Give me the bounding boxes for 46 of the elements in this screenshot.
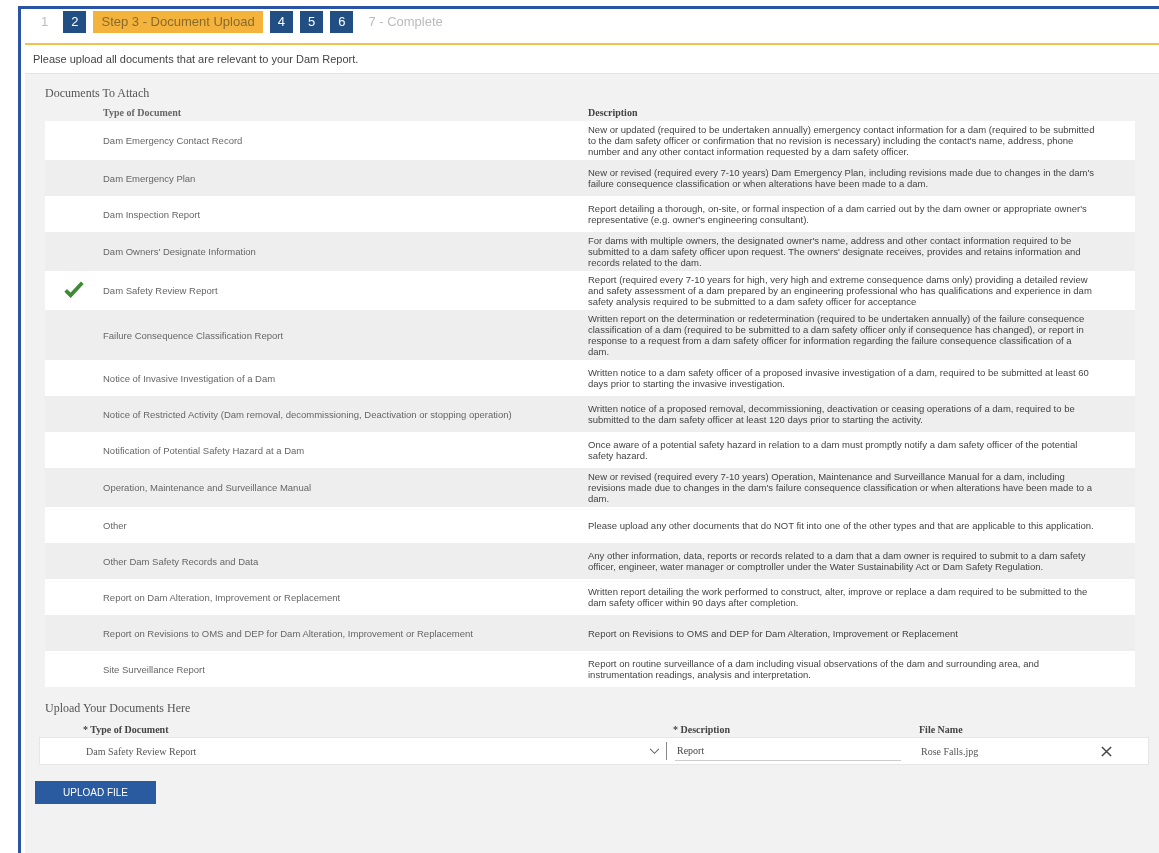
table-cell: Notification of Potential Safety Hazard at a Dam [103, 444, 305, 456]
close-icon[interactable] [1101, 745, 1112, 757]
table-cell: Report on Dam Alteration, Improvement or Replacement [103, 591, 341, 603]
table-cell: Dam Emergency Contact Record [103, 135, 243, 146]
table-cell: New or revised (required every 7-10 years) Operation, Maintenance and Surveillance Manual for a dam, including revisions made due to changes in the dam's failure consequence classification or when alterations have been made to a dam. [588, 471, 1093, 504]
table-cell: Once aware of a potential safety hazard in relation to a dam must promptly notify a dam safety officer of the potential safety hazard. [588, 439, 1078, 461]
wizard-step[interactable]: 5 [299, 11, 324, 33]
field-label: File Name [919, 724, 963, 735]
table-cell: Written notice of a proposed removal, decommissioning, deactivation or ceasing operations of a dam, required to be submitted to the dam safety officer at least 120 days prior to starting the activity. [588, 403, 1075, 425]
table-cell: Dam Safety Review Report [103, 285, 218, 296]
table-cell: Report on Revisions to OMS and DEP for Dam Alteration, Improvement or Replacement [588, 627, 958, 639]
wizard-step[interactable]: 2 [63, 11, 87, 33]
table-cell: Any other information, data, reports or records related to a dam that a dam owner is required to submit to a dam safety officer, engineer, water manager or comptroller under the Water Sustainability Act or Dam Safety Regulation. [588, 550, 1086, 572]
type-select[interactable]: Dam Safety Review Report [86, 742, 667, 760]
column-header: Description [588, 105, 1135, 121]
table-cell: Report (required every 7-10 years for high, very high and extreme consequence dams only) providing a detailed review and safety assessment of a dam prepared by an engineering professional who has qualifications and experience in dam safety analysis required to be submitted to a dam safety officer for acceptance [588, 274, 1092, 307]
wizard-step[interactable]: 4 [269, 11, 293, 33]
table-cell: New or updated (required to be undertaken annually) emergency contact information for a dam (required to be submitted to the dam safety officer or confirmation that no revision is necessary) including the contact's name, address, phone number and any other contact information requested by a dam safety officer. [588, 124, 1095, 157]
section-title: Documents To Attach [44, 86, 151, 102]
table-cell: Operation, Maintenance and Surveillance Manual [103, 482, 312, 493]
table-cell: Other [103, 519, 127, 531]
table-cell: Dam Owners' Designate Information [103, 246, 256, 257]
upload-button[interactable]: UPLOAD FILE [35, 781, 157, 804]
field-label: * Type of Document [83, 724, 170, 735]
table-cell: Other Dam Safety Records and Data [103, 555, 259, 567]
table-cell: Please upload any other documents that do NOT fit into one of the other types and that are applicable to this application. [588, 519, 1094, 531]
table-cell: Report on Revisions to OMS and DEP for Dam Alteration, Improvement or Replacement [103, 627, 473, 639]
table-cell: Written report detailing the work performed to construct, alter, improve or replace a dam required to be submitted to the dam safety officer within 90 days after completion. [588, 586, 1088, 608]
caret-icon [649, 747, 660, 755]
table-cell: For dams with multiple owners, the designated owner's name, address and other contact information required to be submitted to a dam safety officer upon request. The owners' designate receives, provides and retains information and records related to the dam. [588, 235, 1081, 268]
field-label: * Description [673, 724, 731, 735]
file-name: Rose Falls.jpg [921, 745, 980, 757]
table-cell: Dam Inspection Report [103, 208, 201, 220]
table-cell: Site Surveillance Report [103, 663, 205, 675]
table-cell: Report on routine surveillance of a dam including visual observations of the dam and surrounding area, and instrumentation readings, analysis and interpretation. [588, 658, 1039, 680]
table-cell: Notice of Restricted Activity (Dam removal, decommissioning, Deactivation or stopping operation) [103, 408, 512, 420]
section-title: Upload Your Documents Here [44, 700, 192, 717]
table-cell: Written report on the determination or redetermination (required to be undertaken annually) of the failure consequence classification of a dam (required to be submitted to a dam safety officer only if consequence has changed), or report in response to a request from a dam safety officer for information regarding the failure consequence classification of a dam. [588, 313, 1085, 357]
table-cell: Dam Emergency Plan [103, 172, 196, 184]
table-cell: New or revised (required every 7-10 years) Dam Emergency Plan, including revisions made due to changes in the dam's failure consequence classification or when alterations have been made to a dam. [588, 167, 1095, 189]
column-header: Type of Document [103, 105, 588, 121]
table-cell: Notice of Invasive Investigation of a Dam [103, 372, 276, 384]
table-cell: Written notice to a dam safety officer of a proposed invasive investigation of a dam, required to be submitted at least 60 days prior to starting the invasive investigation. [588, 367, 1089, 389]
table-cell: Failure Consequence Classification Report [103, 329, 284, 341]
wizard-step[interactable]: 6 [330, 11, 354, 33]
table-cell: Report detailing a thorough, on-site, or formal inspection of a dam carried out by the dam owner or appropriate owner's representative (e.g. owner's engineering consultant). [588, 203, 1087, 225]
